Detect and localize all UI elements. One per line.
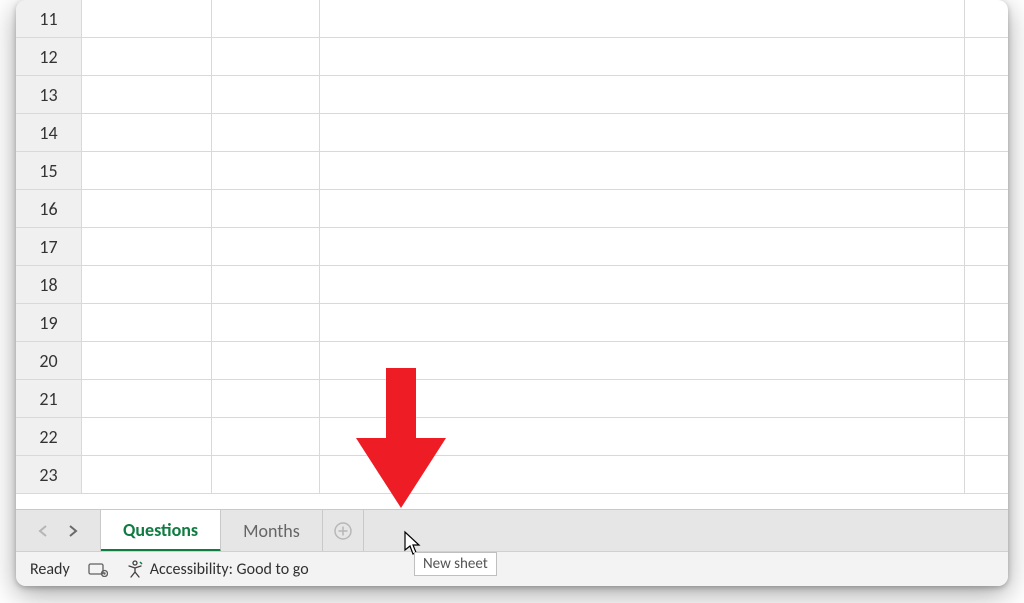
- tab-strip-filler: [363, 510, 1008, 551]
- accessibility-label: Accessibility: Good to go: [150, 560, 309, 579]
- cell[interactable]: [320, 114, 964, 151]
- cell[interactable]: [212, 380, 320, 417]
- cell[interactable]: [964, 380, 1008, 417]
- cell[interactable]: [320, 0, 964, 37]
- grid-row[interactable]: 21: [16, 380, 1008, 418]
- sheet-tab-months[interactable]: Months: [221, 510, 323, 551]
- cell[interactable]: [964, 418, 1008, 455]
- spreadsheet-grid[interactable]: 11 12 13 14 15: [16, 0, 1008, 509]
- grid-row[interactable]: 19: [16, 304, 1008, 342]
- cell[interactable]: [82, 190, 212, 227]
- sheet-tab-questions[interactable]: Questions: [101, 510, 221, 552]
- cell[interactable]: [212, 418, 320, 455]
- cell[interactable]: [82, 76, 212, 113]
- cell[interactable]: [320, 190, 964, 227]
- grid-row[interactable]: 22: [16, 418, 1008, 456]
- cell[interactable]: [82, 114, 212, 151]
- excel-window: 11 12 13 14 15: [16, 0, 1008, 586]
- cell[interactable]: [212, 456, 320, 493]
- cell[interactable]: [320, 342, 964, 379]
- cell[interactable]: [212, 266, 320, 303]
- cell[interactable]: [964, 152, 1008, 189]
- sheet-nav-buttons: [16, 510, 101, 551]
- cell[interactable]: [212, 152, 320, 189]
- cell[interactable]: [82, 228, 212, 265]
- macro-recorder-icon[interactable]: [88, 561, 108, 577]
- cell[interactable]: [320, 38, 964, 75]
- row-header[interactable]: 14: [16, 114, 82, 151]
- cell[interactable]: [212, 38, 320, 75]
- row-header[interactable]: 12: [16, 38, 82, 75]
- status-bar: Ready Accessibility: Good to go: [16, 551, 1008, 586]
- grid-row[interactable]: 20: [16, 342, 1008, 380]
- chevron-right-icon: [68, 525, 78, 537]
- cell[interactable]: [964, 304, 1008, 341]
- grid-row[interactable]: 16: [16, 190, 1008, 228]
- cell[interactable]: [82, 266, 212, 303]
- cell[interactable]: [82, 152, 212, 189]
- cell[interactable]: [964, 266, 1008, 303]
- cell[interactable]: [212, 304, 320, 341]
- accessibility-status[interactable]: Accessibility: Good to go: [126, 560, 309, 579]
- cell[interactable]: [82, 456, 212, 493]
- plus-circle-icon: [333, 521, 353, 541]
- grid-row[interactable]: 18: [16, 266, 1008, 304]
- grid-row[interactable]: 13: [16, 76, 1008, 114]
- cell[interactable]: [82, 342, 212, 379]
- cell[interactable]: [82, 38, 212, 75]
- cell[interactable]: [964, 76, 1008, 113]
- row-header[interactable]: 16: [16, 190, 82, 227]
- row-header[interactable]: 23: [16, 456, 82, 493]
- new-sheet-tooltip: New sheet: [414, 552, 497, 576]
- grid-row[interactable]: 11: [16, 0, 1008, 38]
- chevron-left-icon: [38, 525, 48, 537]
- grid-row[interactable]: 17: [16, 228, 1008, 266]
- cell[interactable]: [212, 342, 320, 379]
- cell[interactable]: [320, 304, 964, 341]
- cell[interactable]: [82, 0, 212, 37]
- grid-row[interactable]: 14: [16, 114, 1008, 152]
- row-header[interactable]: 11: [16, 0, 82, 37]
- row-header[interactable]: 21: [16, 380, 82, 417]
- cell[interactable]: [320, 228, 964, 265]
- row-header[interactable]: 17: [16, 228, 82, 265]
- cell[interactable]: [320, 76, 964, 113]
- row-header[interactable]: 18: [16, 266, 82, 303]
- cell[interactable]: [82, 380, 212, 417]
- cell[interactable]: [964, 114, 1008, 151]
- cell[interactable]: [964, 228, 1008, 265]
- cell[interactable]: [320, 418, 964, 455]
- grid-row[interactable]: 12: [16, 38, 1008, 76]
- cell[interactable]: [82, 418, 212, 455]
- cell[interactable]: [212, 0, 320, 37]
- cell[interactable]: [212, 228, 320, 265]
- grid-row[interactable]: 23: [16, 456, 1008, 494]
- sheet-tab-strip: Questions Months: [16, 509, 1008, 551]
- prev-sheet-button[interactable]: [28, 513, 58, 549]
- row-header[interactable]: 20: [16, 342, 82, 379]
- accessibility-icon: [126, 560, 144, 578]
- cell[interactable]: [320, 456, 964, 493]
- cell[interactable]: [964, 456, 1008, 493]
- cell[interactable]: [964, 38, 1008, 75]
- cell[interactable]: [964, 342, 1008, 379]
- cell[interactable]: [212, 76, 320, 113]
- row-header[interactable]: 22: [16, 418, 82, 455]
- row-header[interactable]: 19: [16, 304, 82, 341]
- cell[interactable]: [82, 304, 212, 341]
- cell[interactable]: [320, 380, 964, 417]
- cell[interactable]: [964, 190, 1008, 227]
- cell[interactable]: [212, 190, 320, 227]
- grid-row[interactable]: 15: [16, 152, 1008, 190]
- cell[interactable]: [320, 266, 964, 303]
- new-sheet-button[interactable]: [323, 510, 363, 551]
- status-ready: Ready: [30, 560, 70, 579]
- cell[interactable]: [212, 114, 320, 151]
- cell[interactable]: [964, 0, 1008, 37]
- next-sheet-button[interactable]: [58, 513, 88, 549]
- row-header[interactable]: 13: [16, 76, 82, 113]
- row-header[interactable]: 15: [16, 152, 82, 189]
- cell[interactable]: [320, 152, 964, 189]
